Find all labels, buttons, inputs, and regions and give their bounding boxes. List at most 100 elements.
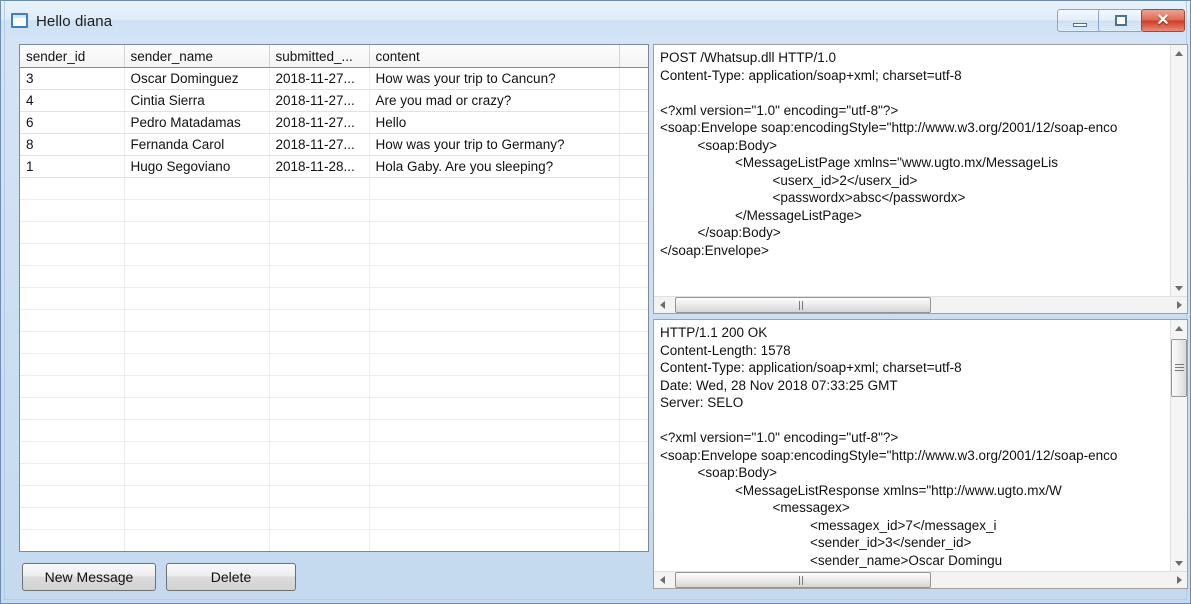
table-row-empty[interactable] xyxy=(20,485,648,508)
cell-content[interactable] xyxy=(369,221,620,244)
cell-sender-id[interactable] xyxy=(20,221,125,244)
table-row[interactable]: 4 Cintia Sierra 2018-11-27... Are you mad o… xyxy=(20,89,648,112)
scroll-right-arrow-icon[interactable] xyxy=(1170,297,1187,313)
cell-sender-name[interactable] xyxy=(124,507,270,530)
cell-sender-name[interactable] xyxy=(124,463,270,486)
cell-content[interactable]: How was your trip to Germany? xyxy=(369,133,620,156)
cell-submitted[interactable] xyxy=(269,419,370,442)
cell-filler[interactable] xyxy=(619,507,648,530)
cell-filler[interactable] xyxy=(619,331,648,354)
cell-content[interactable] xyxy=(369,529,620,551)
cell-submitted[interactable] xyxy=(269,265,370,288)
cell-sender-id[interactable]: 4 xyxy=(20,89,125,112)
cell-content[interactable]: How was your trip to Cancun? xyxy=(369,67,620,90)
table-row-empty[interactable] xyxy=(20,265,648,288)
request-pane[interactable]: POST /Whatsup.dll HTTP/1.0 Content-Type:… xyxy=(653,44,1188,314)
scroll-left-arrow-icon[interactable] xyxy=(654,297,671,313)
cell-content[interactable] xyxy=(369,199,620,222)
cell-sender-id[interactable] xyxy=(20,243,125,266)
cell-content[interactable] xyxy=(369,353,620,376)
cell-filler[interactable] xyxy=(619,463,648,486)
table-row[interactable]: 1 Hugo Segoviano 2018-11-28... Hola Gaby. A… xyxy=(20,155,648,178)
column-header-sender-id[interactable]: sender_id xyxy=(20,45,125,68)
cell-sender-id[interactable] xyxy=(20,507,125,530)
cell-sender-name[interactable] xyxy=(124,485,270,508)
table-row-empty[interactable] xyxy=(20,463,648,486)
cell-content[interactable] xyxy=(369,309,620,332)
close-button[interactable]: ✕ xyxy=(1141,9,1185,32)
cell-sender-name[interactable] xyxy=(124,441,270,464)
cell-content[interactable] xyxy=(369,265,620,288)
cell-sender-id[interactable] xyxy=(20,375,125,398)
cell-submitted[interactable] xyxy=(269,287,370,310)
cell-submitted[interactable] xyxy=(269,441,370,464)
cell-content[interactable] xyxy=(369,419,620,442)
cell-filler[interactable] xyxy=(619,287,648,310)
cell-submitted[interactable] xyxy=(269,507,370,530)
cell-sender-id[interactable] xyxy=(20,529,125,551)
cell-sender-id[interactable] xyxy=(20,265,125,288)
cell-content[interactable]: Are you mad or crazy? xyxy=(369,89,620,112)
cell-content[interactable] xyxy=(369,441,620,464)
table-row[interactable]: 3 Oscar Dominguez 2018-11-27... How was you… xyxy=(20,67,648,90)
response-vertical-scrollbar[interactable] xyxy=(1170,320,1187,571)
table-row-empty[interactable] xyxy=(20,287,648,310)
cell-submitted[interactable]: 2018-11-27... xyxy=(269,111,370,134)
cell-submitted[interactable] xyxy=(269,199,370,222)
cell-submitted[interactable] xyxy=(269,221,370,244)
cell-submitted[interactable]: 2018-11-28... xyxy=(269,155,370,178)
cell-sender-name[interactable] xyxy=(124,309,270,332)
table-row-empty[interactable] xyxy=(20,199,648,222)
column-header-submitted[interactable]: submitted_... xyxy=(269,45,370,68)
cell-submitted[interactable] xyxy=(269,485,370,508)
cell-content[interactable] xyxy=(369,177,620,200)
cell-submitted[interactable] xyxy=(269,529,370,551)
response-vscroll-thumb[interactable] xyxy=(1171,339,1187,397)
cell-filler[interactable] xyxy=(619,419,648,442)
message-grid[interactable]: sender_id sender_name submitted_... cont… xyxy=(19,44,649,552)
cell-content[interactable] xyxy=(369,397,620,420)
cell-submitted[interactable]: 2018-11-27... xyxy=(269,67,370,90)
cell-sender-id[interactable] xyxy=(20,353,125,376)
scroll-down-arrow-icon[interactable] xyxy=(1171,279,1187,296)
cell-sender-id[interactable] xyxy=(20,177,125,200)
cell-sender-name[interactable] xyxy=(124,331,270,354)
new-message-button[interactable]: New Message xyxy=(22,563,156,591)
cell-sender-id[interactable] xyxy=(20,331,125,354)
cell-sender-id[interactable] xyxy=(20,419,125,442)
table-row[interactable]: 8 Fernanda Carol 2018-11-27... How was your… xyxy=(20,133,648,156)
cell-filler[interactable] xyxy=(619,155,648,178)
cell-sender-name[interactable] xyxy=(124,265,270,288)
cell-sender-id[interactable] xyxy=(20,199,125,222)
cell-filler[interactable] xyxy=(619,441,648,464)
cell-sender-name[interactable] xyxy=(124,529,270,551)
cell-filler[interactable] xyxy=(619,485,648,508)
column-header-filler[interactable] xyxy=(619,45,648,68)
scroll-up-arrow-icon[interactable] xyxy=(1171,45,1187,62)
response-hscroll-thumb[interactable] xyxy=(675,572,931,588)
cell-filler[interactable] xyxy=(619,309,648,332)
cell-sender-id[interactable] xyxy=(20,441,125,464)
cell-submitted[interactable] xyxy=(269,463,370,486)
table-row-empty[interactable] xyxy=(20,331,648,354)
cell-content[interactable] xyxy=(369,485,620,508)
cell-filler[interactable] xyxy=(619,199,648,222)
cell-content[interactable] xyxy=(369,507,620,530)
cell-sender-name[interactable]: Pedro Matadamas xyxy=(124,111,270,134)
table-row-empty[interactable] xyxy=(20,397,648,420)
cell-filler[interactable] xyxy=(619,89,648,112)
cell-filler[interactable] xyxy=(619,177,648,200)
cell-filler[interactable] xyxy=(619,67,648,90)
scroll-left-arrow-icon[interactable] xyxy=(654,572,671,588)
cell-submitted[interactable] xyxy=(269,309,370,332)
cell-sender-id[interactable] xyxy=(20,309,125,332)
cell-filler[interactable] xyxy=(619,265,648,288)
cell-sender-name[interactable]: Oscar Dominguez xyxy=(124,67,270,90)
cell-filler[interactable] xyxy=(619,375,648,398)
cell-filler[interactable] xyxy=(619,529,648,551)
cell-submitted[interactable] xyxy=(269,353,370,376)
table-row-empty[interactable] xyxy=(20,419,648,442)
cell-submitted[interactable] xyxy=(269,243,370,266)
cell-sender-id[interactable] xyxy=(20,287,125,310)
cell-filler[interactable] xyxy=(619,397,648,420)
